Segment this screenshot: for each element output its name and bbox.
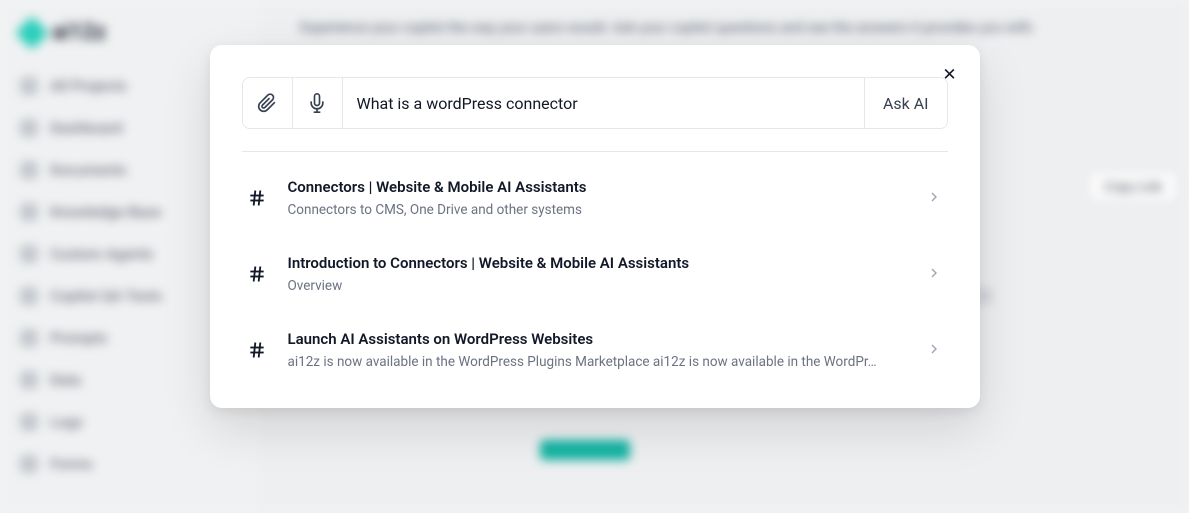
result-title: Launch AI Assistants on WordPress Websit… bbox=[288, 330, 906, 348]
result-content: Connectors | Website & Mobile AI Assista… bbox=[288, 178, 906, 218]
hash-icon bbox=[246, 187, 268, 209]
result-item-connectors[interactable]: Connectors | Website & Mobile AI Assista… bbox=[234, 160, 956, 236]
search-bar: Ask AI bbox=[242, 77, 948, 129]
result-desc: Overview bbox=[288, 278, 906, 294]
ai-search-modal: ✕ Ask AI Connectors | Website & Mobile bbox=[210, 45, 980, 408]
result-desc: ai12z is now available in the WordPress … bbox=[288, 354, 906, 370]
result-title: Introduction to Connectors | Website & M… bbox=[288, 254, 906, 272]
result-item-introduction[interactable]: Introduction to Connectors | Website & M… bbox=[234, 236, 956, 312]
hash-icon bbox=[246, 339, 268, 361]
divider bbox=[242, 151, 948, 152]
close-button[interactable]: ✕ bbox=[940, 65, 960, 85]
microphone-icon bbox=[307, 93, 327, 113]
ask-ai-button[interactable]: Ask AI bbox=[864, 78, 947, 128]
chevron-right-icon bbox=[926, 265, 944, 283]
paperclip-icon bbox=[257, 93, 277, 113]
result-item-wordpress[interactable]: Launch AI Assistants on WordPress Websit… bbox=[234, 312, 956, 388]
result-content: Launch AI Assistants on WordPress Websit… bbox=[288, 330, 906, 370]
hash-icon bbox=[246, 263, 268, 285]
chevron-right-icon bbox=[926, 189, 944, 207]
microphone-button[interactable] bbox=[293, 78, 343, 128]
modal-overlay[interactable]: ✕ Ask AI Connectors | Website & Mobile bbox=[0, 0, 1189, 513]
result-content: Introduction to Connectors | Website & M… bbox=[288, 254, 906, 294]
results-list: Connectors | Website & Mobile AI Assista… bbox=[210, 160, 980, 388]
attachment-button[interactable] bbox=[243, 78, 293, 128]
search-input[interactable] bbox=[343, 78, 864, 128]
result-title: Connectors | Website & Mobile AI Assista… bbox=[288, 178, 906, 196]
close-icon: ✕ bbox=[942, 65, 956, 85]
result-desc: Connectors to CMS, One Drive and other s… bbox=[288, 202, 906, 218]
chevron-right-icon bbox=[926, 341, 944, 359]
